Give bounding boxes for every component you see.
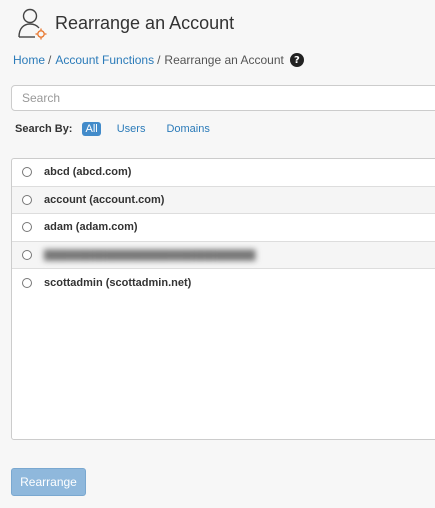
account-label: abcd (abcd.com) <box>44 166 132 179</box>
account-label: adam (adam.com) <box>44 221 138 234</box>
breadcrumb-separator: / <box>157 53 161 67</box>
rearrange-button[interactable]: Rearrange <box>11 468 86 496</box>
filter-all[interactable]: All <box>82 122 101 136</box>
account-radio[interactable] <box>22 277 32 288</box>
list-item[interactable]: abcd (abcd.com) <box>12 159 435 187</box>
breadcrumb: Home / Account Functions / Rearrange an … <box>13 52 304 68</box>
page-header: Rearrange an Account <box>15 6 234 40</box>
account-list[interactable]: abcd (abcd.com) account (account.com) ad… <box>11 158 435 440</box>
breadcrumb-account-functions-link[interactable]: Account Functions <box>55 53 154 67</box>
account-radio[interactable] <box>22 222 32 233</box>
breadcrumb-home-link[interactable]: Home <box>13 53 45 67</box>
user-icon <box>18 8 47 40</box>
list-item[interactable]: adam (adam.com) <box>12 214 435 242</box>
account-radio[interactable] <box>22 249 32 260</box>
search-by-filters: Search By: All Users Domains <box>15 121 228 137</box>
help-icon[interactable]: ? <box>289 53 304 67</box>
account-label: account (account.com) <box>44 193 165 206</box>
list-item[interactable]: ▇▇▇▇▇▇▇▇▇▇▇▇▇▇▇▇▇▇▇▇▇▇▇▇▇ <box>12 241 435 269</box>
account-label: scottadmin (scottadmin.net) <box>44 276 192 289</box>
page-title: Rearrange an Account <box>55 12 235 33</box>
list-item[interactable]: scottadmin (scottadmin.net) <box>12 269 435 297</box>
account-radio[interactable] <box>22 194 32 205</box>
obscured-account-label: ▇▇▇▇▇▇▇▇▇▇▇▇▇▇▇▇▇▇▇▇▇▇▇▇▇ <box>44 249 256 262</box>
filter-users[interactable]: Users <box>114 122 149 136</box>
search-by-label: Search By: <box>15 123 73 135</box>
account-radio[interactable] <box>22 167 32 178</box>
search-input[interactable] <box>11 85 435 111</box>
list-item[interactable]: account (account.com) <box>12 186 435 214</box>
breadcrumb-current: Rearrange an Account <box>164 53 284 67</box>
filter-domains[interactable]: Domains <box>163 122 212 136</box>
breadcrumb-separator: / <box>48 53 52 67</box>
